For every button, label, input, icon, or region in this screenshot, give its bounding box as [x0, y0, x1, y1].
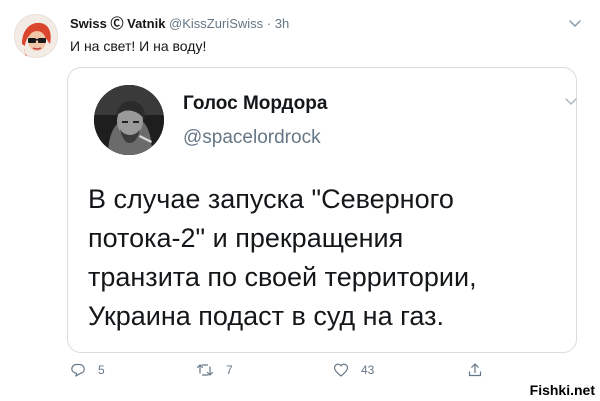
quoted-tweet-card[interactable]: Голос Мордора @spacelordrock В случае за…	[67, 67, 577, 353]
quoted-text-line: Украина подаст в суд на газ.	[88, 301, 444, 331]
quoted-text-line: транзита по своей территории,	[88, 262, 477, 292]
tweet-header: Swiss Ⓒ Vatnik @KissZuriSwiss · 3h	[70, 15, 289, 33]
author-symbol: Ⓒ	[110, 16, 124, 31]
share-button[interactable]	[467, 362, 483, 378]
heart-icon	[333, 362, 349, 378]
chevron-down-icon[interactable]	[564, 94, 578, 108]
retweet-button[interactable]: 7	[196, 362, 233, 378]
retweet-icon	[196, 362, 214, 378]
like-button[interactable]: 43	[333, 362, 374, 378]
reply-count: 5	[98, 363, 105, 377]
watermark: Fishki.net	[529, 382, 595, 398]
retweet-count: 7	[226, 363, 233, 377]
quoted-text-line: В случае запуска "Северного	[88, 184, 454, 214]
quoted-tweet-text: В случае запуска "Северного потока-2" и …	[88, 180, 572, 336]
tweet-timestamp[interactable]: 3h	[275, 16, 289, 31]
quoted-author-name[interactable]: Голос Мордора	[183, 92, 327, 116]
tweet-actions: 5 7 43	[0, 362, 600, 386]
reply-icon	[70, 362, 86, 378]
avatar[interactable]	[14, 14, 58, 58]
author-name[interactable]: Swiss	[70, 16, 107, 31]
quoted-text-line: потока-2" и прекращения	[88, 223, 404, 253]
author-name-suffix[interactable]: Vatnik	[127, 16, 165, 31]
reply-button[interactable]: 5	[70, 362, 105, 378]
quoted-author-handle[interactable]: @spacelordrock	[183, 126, 321, 150]
chevron-down-icon[interactable]	[568, 16, 582, 30]
quoted-avatar[interactable]	[94, 85, 164, 155]
share-icon	[467, 362, 483, 378]
tweet-text: И на свет! И на воду!	[70, 38, 207, 54]
like-count: 43	[361, 363, 375, 377]
author-handle[interactable]: @KissZuriSwiss	[169, 16, 263, 31]
header-separator: ·	[266, 16, 272, 31]
tweet-page: Swiss Ⓒ Vatnik @KissZuriSwiss · 3h И на …	[0, 0, 600, 401]
